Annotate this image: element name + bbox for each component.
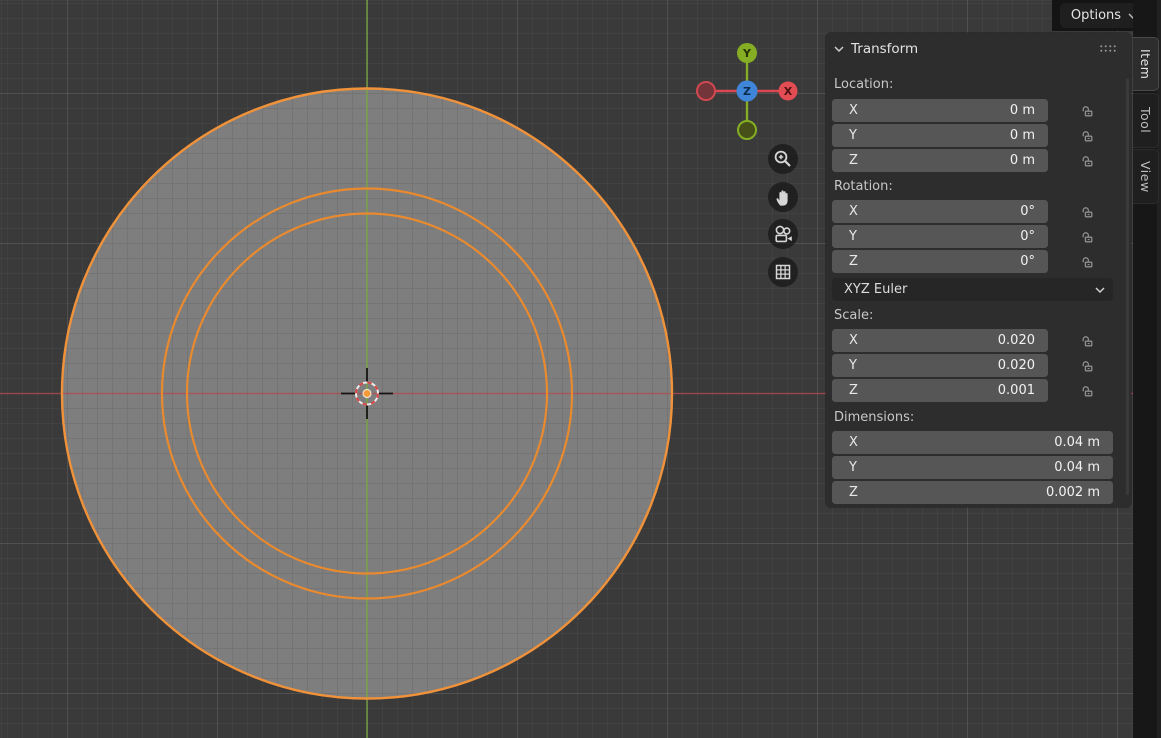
panel-collapse-chevron-icon [834, 45, 844, 53]
blender-3d-viewport: Y Z X [0, 0, 1161, 738]
rotation-label: Rotation: [834, 179, 893, 194]
axis-label: Z [832, 153, 858, 168]
options-label: Options [1071, 8, 1121, 23]
rotation-x-field[interactable]: X 0° [832, 200, 1048, 223]
gizmo-z-label: Z [743, 85, 751, 98]
scale-x-unlock-icon[interactable] [1080, 333, 1094, 347]
field-value: 0.020 [998, 333, 1048, 348]
camera-view-button[interactable] [768, 219, 798, 249]
panel-title: Transform [851, 41, 918, 57]
rotation-y-field[interactable]: Y 0° [832, 225, 1048, 248]
location-z-field[interactable]: Z 0 m [832, 149, 1048, 172]
gizmo-x-ball[interactable]: X [779, 82, 798, 101]
sidebar-tab-strip: Item Tool View [1133, 0, 1161, 738]
tab-tool[interactable]: Tool [1133, 93, 1159, 148]
tab-item-label: Item [1138, 49, 1153, 79]
gizmo-z-ball[interactable]: Z [737, 81, 758, 102]
camera-icon [773, 224, 793, 244]
axis-gizmo[interactable]: Y Z X [690, 30, 810, 145]
location-label: Location: [834, 77, 893, 92]
axis-label: Z [832, 254, 858, 269]
rotation-z-unlock-icon[interactable] [1080, 254, 1094, 268]
tab-item[interactable]: Item [1133, 37, 1159, 91]
ortho-toggle-button[interactable] [768, 257, 798, 287]
rotation-x-unlock-icon[interactable] [1080, 204, 1094, 218]
field-value: 0.04 m [1054, 435, 1113, 450]
field-value: 0 m [1010, 103, 1048, 118]
scale-z-field[interactable]: Z 0.001 [832, 379, 1048, 402]
panel-drag-handle-icon[interactable] [1099, 44, 1117, 52]
rotation-z-field[interactable]: Z 0° [832, 250, 1048, 273]
tab-view[interactable]: View [1133, 149, 1159, 204]
axis-label: X [832, 103, 858, 118]
location-y-unlock-icon[interactable] [1080, 128, 1094, 142]
rotation-mode-dropdown[interactable]: XYZ Euler [832, 278, 1113, 301]
axis-label: Y [832, 460, 857, 475]
scale-y-field[interactable]: Y 0.020 [832, 354, 1048, 377]
gizmo-neg-y-ball[interactable] [738, 121, 756, 139]
field-value: 0.04 m [1054, 460, 1113, 475]
scale-y-unlock-icon[interactable] [1080, 358, 1094, 372]
axis-label: X [832, 435, 858, 450]
location-x-unlock-icon[interactable] [1080, 103, 1094, 117]
field-value: 0 m [1010, 153, 1048, 168]
location-y-field[interactable]: Y 0 m [832, 124, 1048, 147]
rotation-y-unlock-icon[interactable] [1080, 229, 1094, 243]
grid-icon [773, 262, 793, 282]
axis-label: Y [832, 128, 857, 143]
gizmo-x-label: X [784, 85, 793, 98]
field-value: 0.002 m [1046, 485, 1113, 500]
scale-label: Scale: [834, 308, 873, 323]
pan-hand-icon [773, 187, 793, 207]
field-value: 0° [1020, 254, 1048, 269]
gizmo-neg-x-ball[interactable] [697, 82, 715, 100]
field-value: 0.020 [998, 358, 1048, 373]
dimensions-z-field[interactable]: Z 0.002 m [832, 481, 1113, 504]
field-value: 0° [1020, 229, 1048, 244]
location-x-field[interactable]: X 0 m [832, 99, 1048, 122]
pan-button[interactable] [768, 182, 798, 212]
field-value: 0 m [1010, 128, 1048, 143]
scale-z-unlock-icon[interactable] [1080, 383, 1094, 397]
axis-label: Z [832, 383, 858, 398]
location-z-unlock-icon[interactable] [1080, 153, 1094, 167]
dimensions-y-field[interactable]: Y 0.04 m [832, 456, 1113, 479]
rotation-mode-value: XYZ Euler [832, 282, 907, 297]
panel-header[interactable]: Transform [834, 41, 918, 57]
axis-label: X [832, 333, 858, 348]
transform-panel: Transform Location: X 0 m Y 0 m Z 0 m Ro… [826, 33, 1131, 507]
field-value: 0.001 [998, 383, 1048, 398]
zoom-icon [773, 149, 793, 169]
gizmo-y-label: Y [742, 47, 752, 60]
tab-tool-label: Tool [1138, 107, 1153, 133]
axis-label: X [832, 204, 858, 219]
gizmo-y-ball[interactable]: Y [737, 43, 757, 63]
axis-label: Z [832, 485, 858, 500]
dimensions-x-field[interactable]: X 0.04 m [832, 431, 1113, 454]
chevron-down-icon [1095, 287, 1105, 293]
scale-x-field[interactable]: X 0.020 [832, 329, 1048, 352]
field-value: 0° [1020, 204, 1048, 219]
dimensions-label: Dimensions: [834, 410, 914, 425]
zoom-button[interactable] [768, 144, 798, 174]
tab-view-label: View [1138, 161, 1153, 193]
axis-label: Y [832, 358, 857, 373]
object-origin-dot [363, 390, 371, 398]
axis-label: Y [832, 229, 857, 244]
panel-scrollbar[interactable] [1126, 78, 1129, 495]
